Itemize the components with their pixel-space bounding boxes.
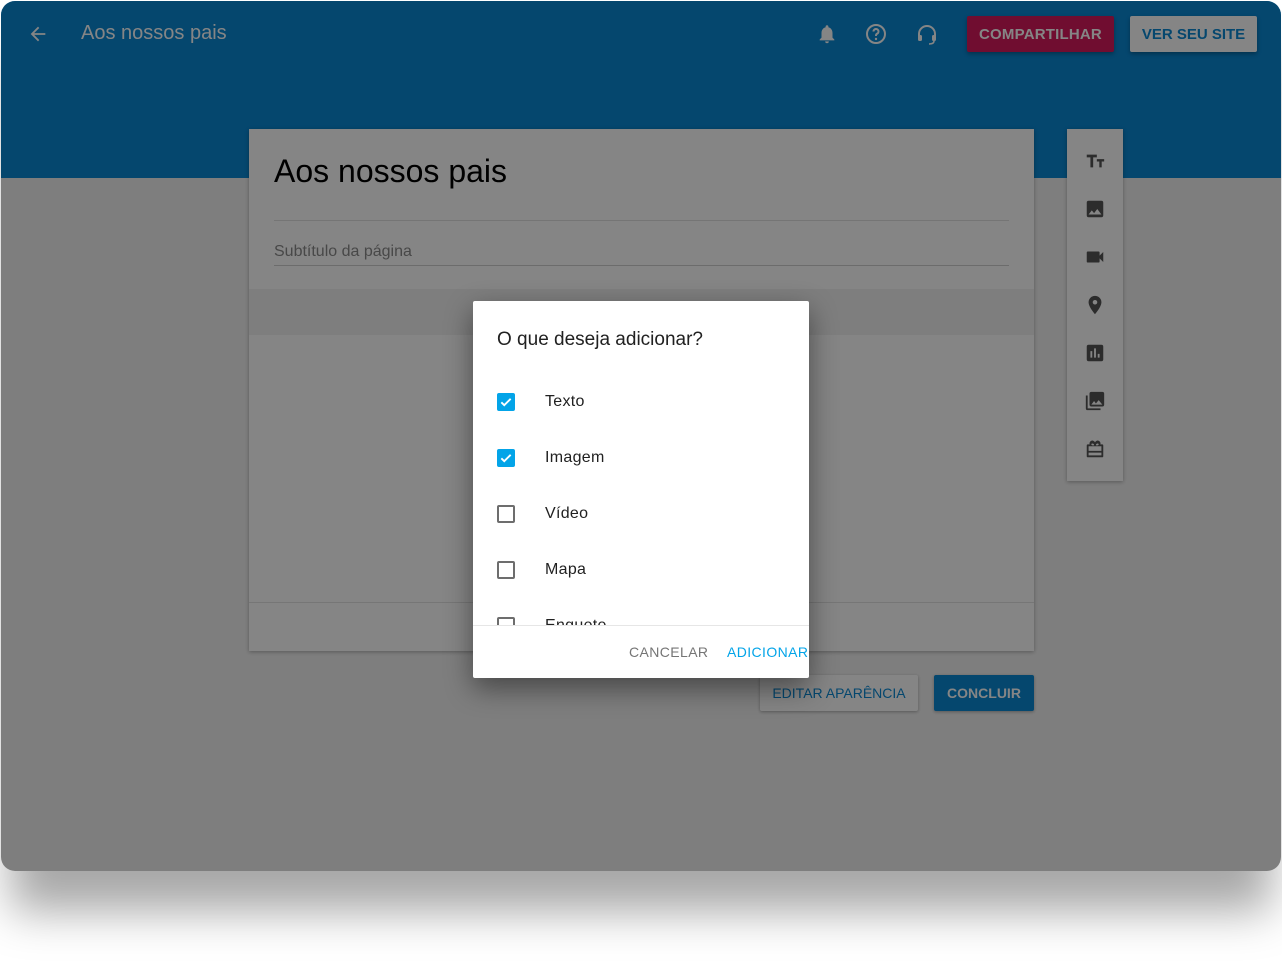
checkbox-unchecked-icon[interactable] (497, 561, 515, 579)
option-label: Imagem (545, 449, 605, 466)
option-label: Mapa (545, 561, 587, 578)
option-mapa[interactable]: Mapa (473, 541, 809, 589)
dialog-title: O que deseja adicionar? (497, 329, 703, 350)
add-button[interactable]: ADICIONAR (721, 637, 809, 667)
option-label: Texto (545, 393, 585, 410)
checkbox-checked-icon[interactable] (497, 449, 515, 467)
option-imagem[interactable]: Imagem (473, 429, 809, 477)
option-video[interactable]: Vídeo (473, 485, 809, 533)
checkbox-checked-icon[interactable] (497, 393, 515, 411)
app-window: Aos nossos pais COMPARTILHAR VER SEU SIT… (1, 1, 1281, 871)
dialog-options-list[interactable]: Texto Imagem Vídeo Mapa Enquete (473, 373, 809, 625)
cancel-button[interactable]: CANCELAR (623, 637, 713, 667)
option-label: Vídeo (545, 505, 589, 522)
dialog-divider (473, 625, 809, 626)
checkbox-unchecked-icon[interactable] (497, 617, 515, 625)
option-enquete[interactable]: Enquete (473, 597, 809, 625)
add-content-dialog: O que deseja adicionar? Texto Imagem Víd… (473, 301, 809, 678)
option-label: Enquete (545, 617, 607, 625)
option-texto[interactable]: Texto (473, 373, 809, 421)
checkbox-unchecked-icon[interactable] (497, 505, 515, 523)
